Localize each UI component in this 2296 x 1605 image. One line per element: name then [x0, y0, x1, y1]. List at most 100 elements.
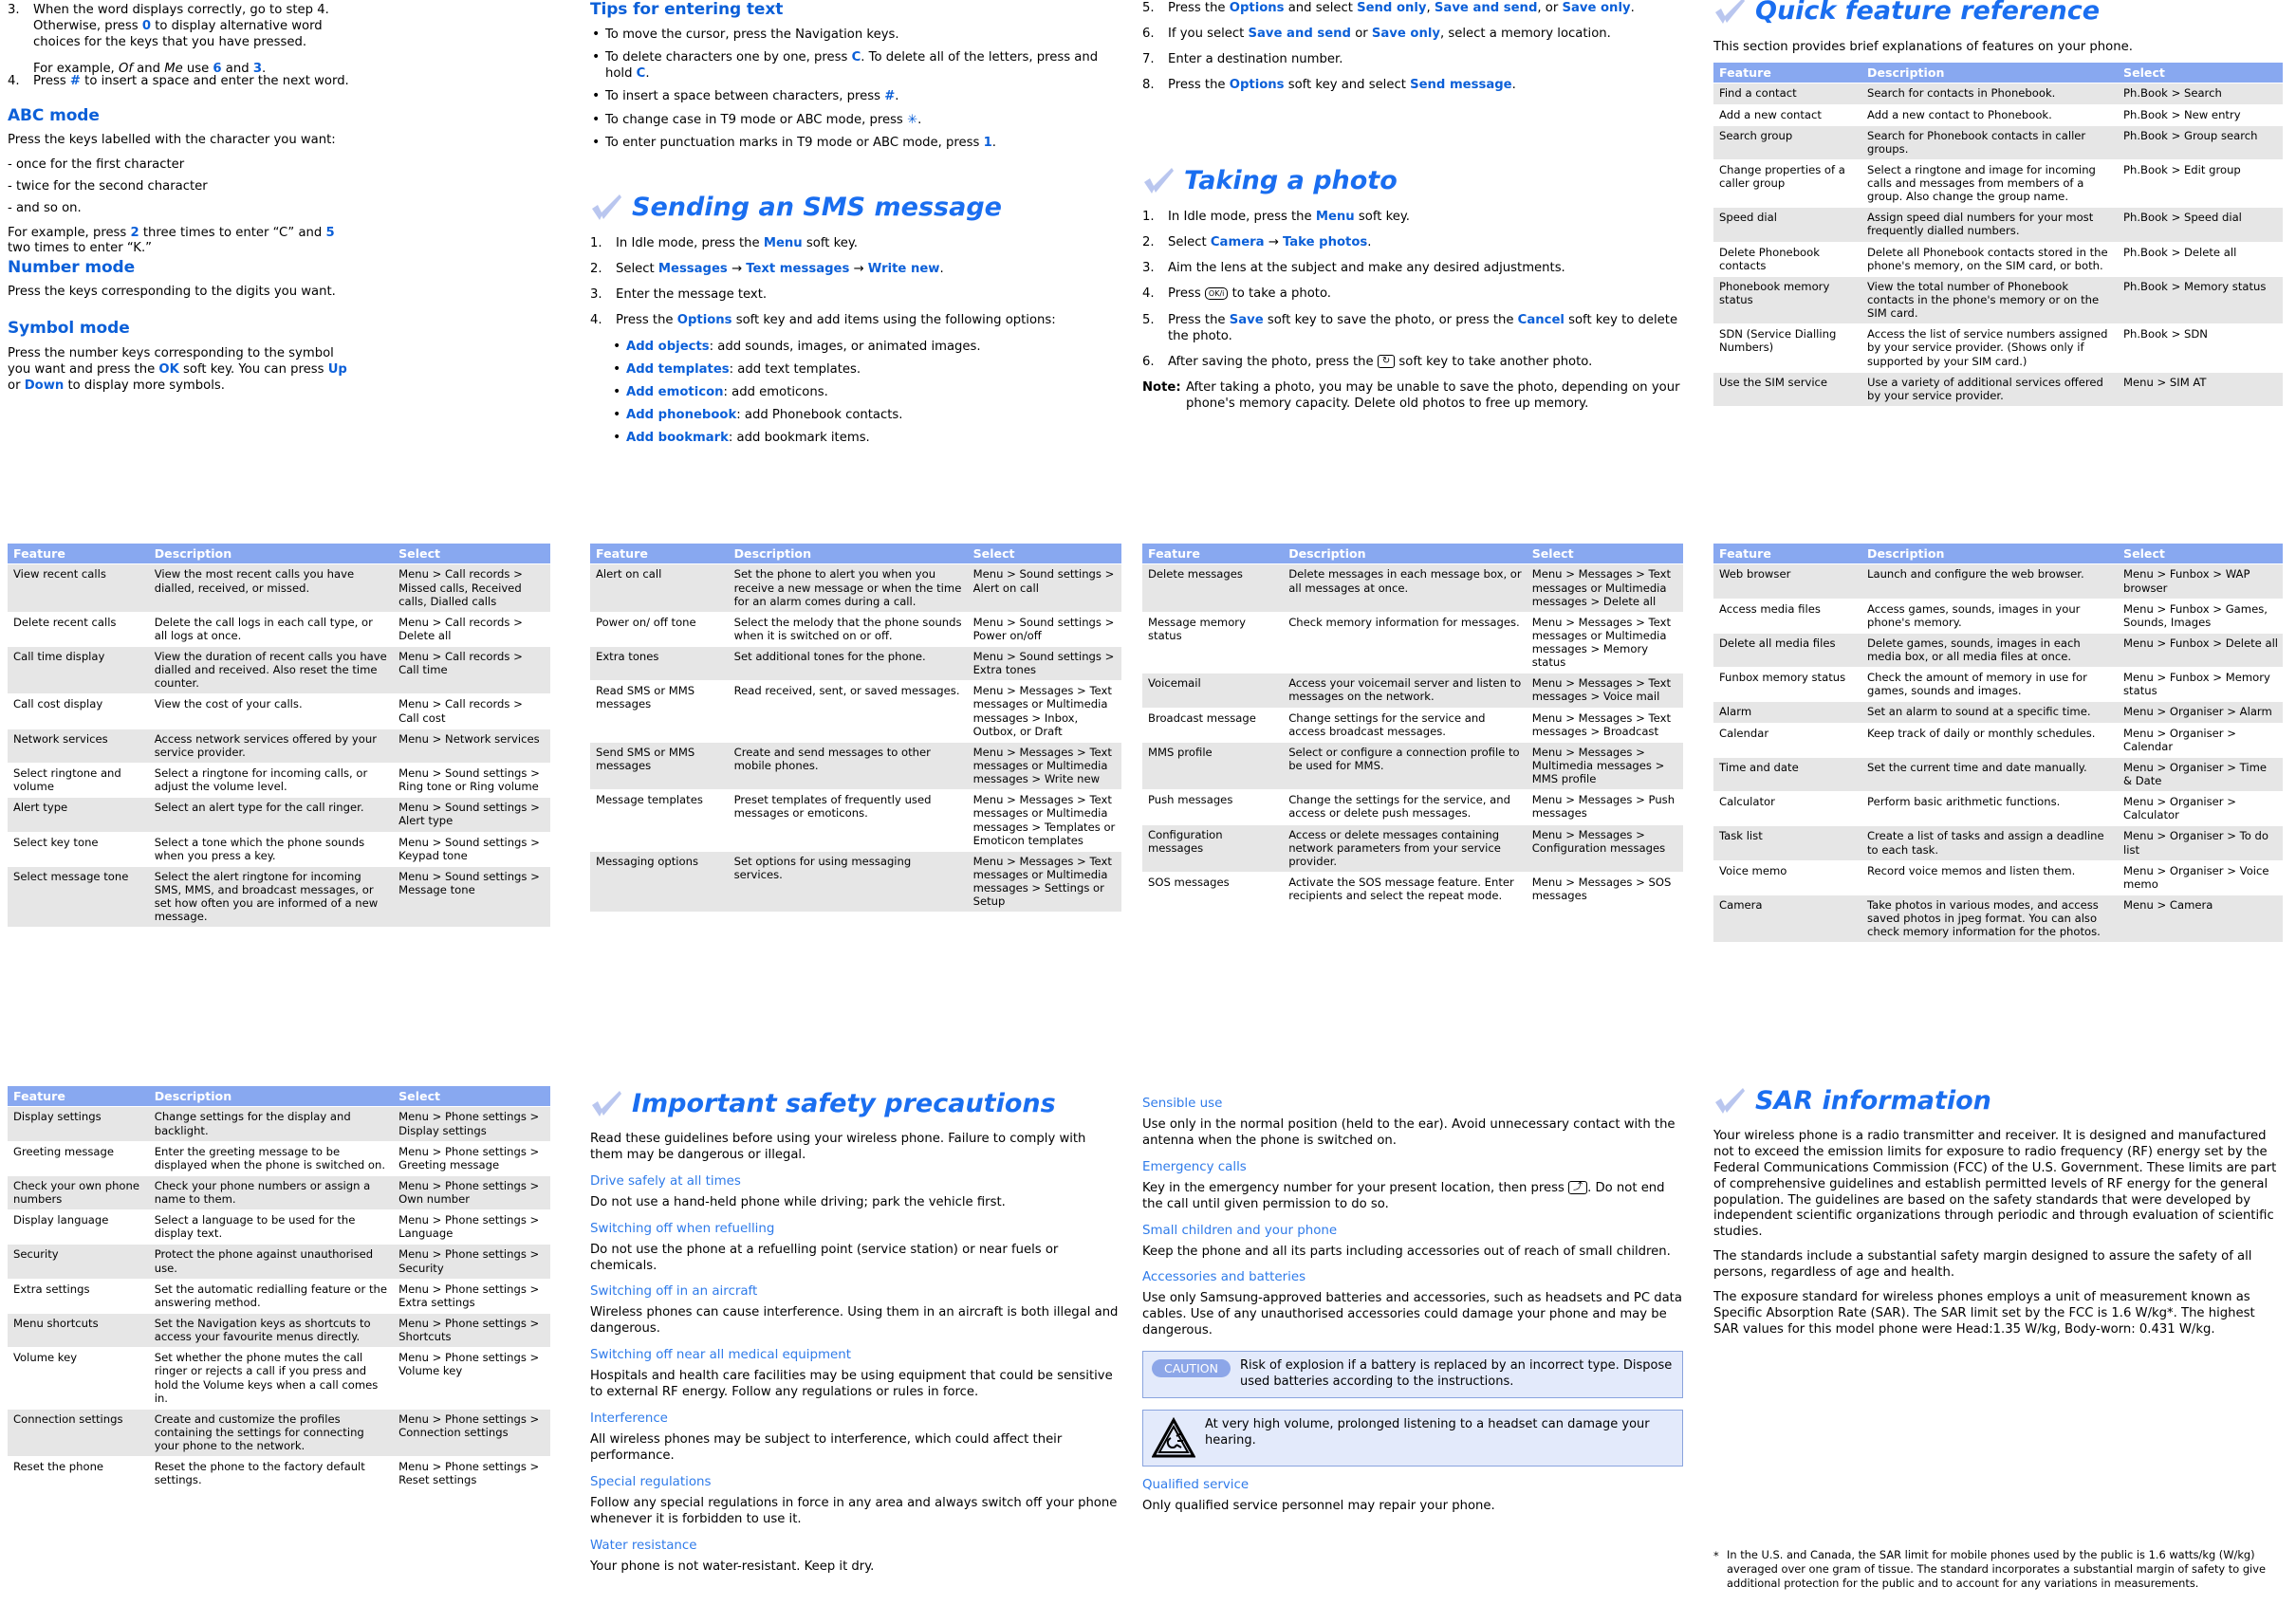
cell-feature: Select key tone [8, 831, 149, 867]
cell-feature: Speed dial [1713, 207, 1861, 243]
step-item: Enter a destination number. [1142, 51, 1343, 67]
th-select: Select [1526, 544, 1683, 564]
symbol-body: Press the number keys corresponding to t… [8, 346, 361, 395]
th-select: Select [393, 544, 550, 564]
table-call-records-wrap: Feature Description Select View recent c… [8, 544, 550, 928]
cell-select: Menu > Messages > Text messages > Voice … [1526, 673, 1683, 709]
key-token: C [636, 66, 646, 82]
cell-feature: Use the SIM service [1713, 371, 1861, 407]
safety-subheading: Special regulations [590, 1474, 712, 1489]
table-row: Check your own phone numbers Check your p… [8, 1174, 550, 1210]
option-label: Add templates [626, 361, 730, 377]
camera-again-key-icon: ↻ [1377, 354, 1396, 368]
step-4-text-b: to insert a space and enter the next wor… [80, 74, 349, 88]
table-call-records: Feature Description Select View recent c… [8, 544, 550, 928]
cell-feature: Greeting message [8, 1140, 149, 1176]
step-item: Press the Options soft key and select Se… [1142, 77, 1516, 93]
table-row: Extra settings Set the automatic redialli… [8, 1278, 550, 1314]
th-feature: Feature [1142, 544, 1284, 564]
key-token: # [884, 89, 896, 104]
cell-description: Delete the call logs in each call type, … [148, 611, 394, 647]
table-messages: Feature Description Select Delete messag… [1142, 544, 1683, 907]
cell-description: Set the automatic redialling feature or … [148, 1278, 394, 1314]
cell-description: Keep track of daily or monthly schedules… [1861, 722, 2118, 758]
table-row: Access media files Access games, sounds, … [1713, 598, 2283, 634]
menu-token: Send message [1410, 78, 1512, 93]
safety-paragraph: Your phone is not water-resistant. Keep … [590, 1559, 875, 1574]
sms-section-heading: Sending an SMS message [590, 193, 1121, 222]
number-mode-body: Press the keys corresponding to the digi… [8, 285, 361, 301]
cell-feature: Select message tone [8, 865, 149, 928]
cell-select: Ph.Book > Speed dial [2118, 207, 2283, 243]
number-mode-heading: Number mode [8, 258, 361, 277]
table-phone-settings: Feature Description Select Display setti… [8, 1086, 550, 1491]
cell-feature: Search group [1713, 124, 1861, 160]
cell-select: Ph.Book > SDN [2118, 323, 2283, 373]
table-header-row: Feature Description Select [590, 544, 1121, 564]
table-row: Delete all media files Delete games, soun… [1713, 632, 2283, 668]
step-item: Press the Options and select Send only, … [1142, 0, 1635, 16]
caution-box: CAUTION Risk of explosion if a battery i… [1142, 1351, 1683, 1398]
cell-description: Check your phone numbers or assign a nam… [148, 1174, 394, 1210]
table-row: Select key tone Select a tone which the p… [8, 831, 550, 867]
key-up: Up [327, 361, 347, 377]
cell-description: Change the settings for the service, and… [1283, 789, 1527, 825]
note-label: Note: [1142, 380, 1181, 396]
cell-select: Menu > Messages > Text messages or Multi… [967, 789, 1121, 852]
check-icon [590, 194, 622, 222]
cell-description: Add a new contact to Phonebook. [1861, 103, 2118, 126]
sms-steps-continued: Press the Options and select Send only, … [1142, 0, 1683, 94]
sms-option-item: Add emoticon: add emoticons. [611, 383, 1121, 400]
tip-item: To move the cursor, press the Navigation… [590, 26, 1121, 43]
cell-description: Select a ringtone for incoming calls, or… [148, 763, 394, 798]
table-row: Select message tone Select the alert ring… [8, 865, 550, 928]
cell-feature: Delete messages [1142, 563, 1284, 613]
cell-select: Menu > Messages > Text messages or Multi… [1526, 611, 1683, 673]
menu-token: Cancel [1517, 312, 1565, 327]
tip-item: To enter punctuation marks in T9 mode or… [590, 134, 1121, 151]
safety-sections: Drive safely at all times Do not use a ha… [590, 1174, 1121, 1576]
menu-token: Save and send [1434, 1, 1538, 15]
qualified-service-text: Only qualified service personnel may rep… [1142, 1498, 1495, 1513]
key-token: C [851, 50, 861, 65]
cell-description: Assign speed dial numbers for your most … [1861, 207, 2118, 243]
cell-select: Menu > Funbox > Games, Sounds, Images [2118, 598, 2283, 634]
cell-select: Menu > Sound settings > Ring tone or Rin… [393, 763, 550, 798]
safety-paragraph: Do not use the phone at a refuelling poi… [590, 1242, 1059, 1273]
cell-description: Set options for using messaging services… [728, 850, 968, 913]
step-item: Aim the lens at the subject and make any… [1142, 260, 1565, 276]
table-body: Display settings Change settings for the … [8, 1106, 550, 1491]
table-row: Network services Access network services … [8, 728, 550, 764]
tips-list-wrap: To move the cursor, press the Navigation… [590, 26, 1121, 157]
table-row: Reset the phone Reset the phone to the fa… [8, 1456, 550, 1491]
step-4-number: 4. [8, 74, 20, 88]
step-4-text-a: Press [33, 74, 70, 88]
hearing-warning-box: At very high volume, prolonged listening… [1142, 1409, 1683, 1467]
cell-select: Menu > Messages > SOS messages [1526, 872, 1683, 907]
cell-description: Access the list of service numbers assig… [1861, 323, 2118, 373]
table-row: Send SMS or MMS messages Create and send … [590, 741, 1121, 790]
tips-list: To move the cursor, press the Navigation… [590, 26, 1121, 151]
cell-description: Delete messages in each message box, or … [1283, 563, 1527, 613]
table-row: Voice memo Record voice memos and listen … [1713, 859, 2283, 895]
table-row: Extra tones Set additional tones for the … [590, 646, 1121, 681]
manual-page: 3. When the word displays correctly, go … [0, 0, 2296, 1605]
table-row: Calendar Keep track of daily or monthly s… [1713, 722, 2283, 758]
cell-description: Activate the SOS message feature. Enter … [1283, 872, 1527, 907]
cell-description: Search for Phonebook contacts in caller … [1861, 124, 2118, 160]
cell-description: Change settings for the service and acce… [1283, 707, 1527, 743]
cell-description: Search for contacts in Phonebook. [1861, 83, 2118, 104]
abc-line-3: - and so on. [8, 200, 82, 215]
step-item: Press OK/i to take a photo. [1142, 286, 1331, 302]
table-row: Delete messages Delete messages in each m… [1142, 563, 1683, 613]
table-row: Search group Search for Phonebook contact… [1713, 124, 2283, 160]
table-header-row: Feature Description Select [8, 1086, 550, 1107]
cell-select: Menu > Funbox > Delete all [2118, 632, 2283, 668]
photo-note: Note: After taking a photo, you may be u… [1142, 379, 1683, 412]
safety-paragraph: Do not use a hand-held phone while drivi… [590, 1194, 1006, 1209]
cell-feature: Delete Phonebook contacts [1713, 241, 1861, 277]
th-select: Select [2118, 63, 2283, 83]
cell-description: Select a tone which the phone sounds whe… [148, 831, 394, 867]
cell-select: Menu > Phone settings > Extra settings [393, 1278, 550, 1314]
table-row: Find a contact Search for contacts in Pho… [1713, 83, 2283, 104]
